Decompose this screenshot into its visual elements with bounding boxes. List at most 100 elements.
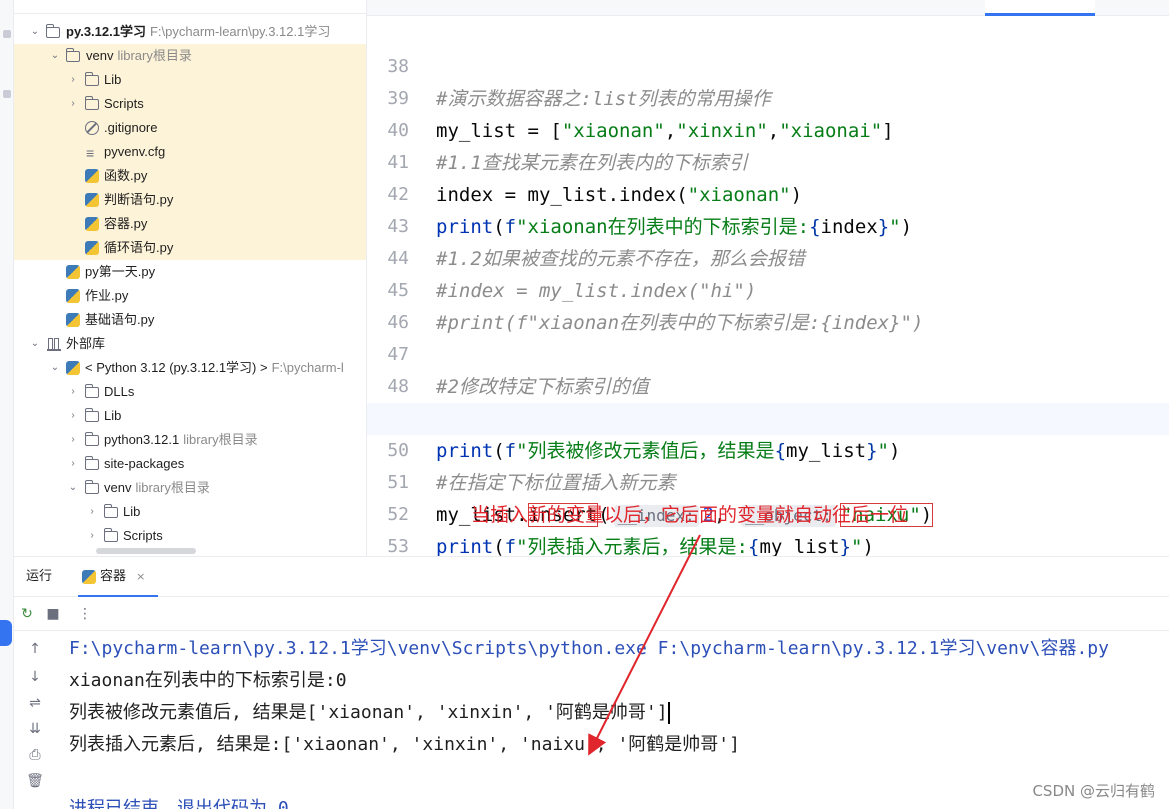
code-line: 40 #1.1查找某元素在列表内的下标索引 bbox=[367, 83, 1169, 174]
project-icon[interactable] bbox=[3, 30, 11, 38]
chevron-down-icon[interactable]: ⌄ bbox=[28, 332, 42, 356]
tree-item-label: py第一天.py bbox=[85, 264, 156, 279]
chevron-down-icon[interactable]: ⌄ bbox=[66, 476, 80, 500]
tree-item[interactable]: › Scripts bbox=[14, 92, 366, 116]
tree-sdk-hint: F:\pycharm-l bbox=[271, 360, 344, 375]
rerun-icon[interactable]: ↻ bbox=[18, 605, 36, 623]
tree-item[interactable]: 容器.py bbox=[14, 212, 366, 236]
tree-item[interactable]: .gitignore bbox=[14, 116, 366, 140]
tree-venv-hint: library根目录 bbox=[117, 48, 192, 63]
tree-scrollbar[interactable] bbox=[96, 548, 196, 554]
chevron-right-icon[interactable]: › bbox=[85, 500, 99, 524]
scroll-down-icon[interactable]: ↓ bbox=[26, 668, 44, 686]
chevron-right-icon[interactable]: › bbox=[66, 380, 80, 404]
editor-tab[interactable] bbox=[487, 0, 577, 16]
code-line: 44 #index = my_list.index("hi") bbox=[367, 211, 1169, 302]
project-tree: ⌄ py.3.12.1学习 F:\pycharm-learn\py.3.12.1学… bbox=[14, 0, 366, 556]
editor-tab[interactable] bbox=[867, 0, 967, 16]
run-tool-active-icon[interactable] bbox=[0, 620, 12, 646]
text-caret bbox=[667, 702, 670, 724]
ide-window: ⌄ py.3.12.1学习 F:\pycharm-learn\py.3.12.1学… bbox=[0, 0, 1169, 809]
tree-item[interactable]: › site-packages bbox=[14, 452, 366, 476]
output-line: 列表被修改元素值后, 结果是['xiaonan', 'xinxin', '阿鹤是… bbox=[69, 697, 670, 729]
tree-item[interactable]: 基础语句.py bbox=[14, 308, 366, 332]
config-file-icon bbox=[85, 141, 99, 165]
code-text: print(f"列表插入元素后，结果是:{my_list}") bbox=[436, 536, 874, 556]
tree-item[interactable]: › Lib bbox=[14, 500, 366, 524]
tree-item[interactable]: › Scripts bbox=[14, 524, 366, 548]
editor-tab[interactable] bbox=[597, 0, 697, 16]
library-icon bbox=[47, 337, 61, 351]
code-line: 43 #1.2如果被查找的元素不存在，那么会报错 bbox=[367, 179, 1169, 270]
tree-item[interactable]: 判断语句.py bbox=[14, 188, 366, 212]
tree-item[interactable]: › DLLs bbox=[14, 380, 366, 404]
chevron-right-icon[interactable]: › bbox=[66, 428, 80, 452]
tree-item-label: Lib bbox=[123, 504, 141, 519]
tree-python-sdk[interactable]: ⌄ < Python 3.12 (py.3.12.1学习) > F:\pychar… bbox=[14, 356, 366, 380]
chevron-down-icon[interactable]: ⌄ bbox=[48, 356, 62, 380]
output-line: F:\pycharm-learn\py.3.12.1学习\venv\Script… bbox=[69, 638, 1109, 659]
python-sdk-icon bbox=[66, 361, 80, 375]
tree-item[interactable]: py第一天.py bbox=[14, 260, 366, 284]
tree-item[interactable]: pyvenv.cfg bbox=[14, 140, 366, 165]
chevron-right-icon[interactable]: › bbox=[66, 404, 80, 428]
tree-item[interactable]: › python3.12.1 library根目录 bbox=[14, 428, 366, 452]
chevron-right-icon[interactable]: › bbox=[85, 524, 99, 548]
output-line: 进程已结束，退出代码为 0 bbox=[69, 798, 289, 809]
tree-venv[interactable]: ⌄ venv library根目录 bbox=[14, 44, 366, 68]
tree-item[interactable]: › Lib bbox=[14, 404, 366, 428]
code-line: 51 my_list.insert(__index: 2, __object: "n… bbox=[367, 435, 1169, 527]
chevron-right-icon[interactable]: › bbox=[66, 68, 80, 92]
scroll-to-end-icon[interactable]: ⇊ bbox=[26, 720, 44, 738]
editor-tab[interactable] bbox=[747, 0, 847, 16]
folder-icon bbox=[84, 384, 99, 398]
code-line: 38 #演示数据容器之:list列表的常用操作 bbox=[367, 19, 1169, 110]
chevron-right-icon[interactable]: › bbox=[66, 452, 80, 476]
code-editor[interactable]: 38 #演示数据容器之:list列表的常用操作 39 my_list = ["x… bbox=[366, 0, 1169, 556]
tree-external-libs[interactable]: ⌄ 外部库 bbox=[14, 332, 366, 356]
tab-run-file-label: 容器 bbox=[100, 569, 127, 584]
tree-item-label: python3.12.1 bbox=[104, 432, 180, 447]
editor-tab-active[interactable] bbox=[985, 0, 1095, 16]
folder-icon bbox=[84, 432, 99, 446]
structure-icon[interactable] bbox=[3, 90, 11, 98]
chevron-down-icon[interactable]: ⌄ bbox=[28, 20, 42, 44]
tree-item-label: Lib bbox=[104, 72, 122, 87]
tree-item-hint: library根目录 bbox=[183, 432, 258, 447]
tree-item[interactable]: 循环语句.py bbox=[14, 236, 366, 260]
python-file-icon bbox=[85, 241, 99, 255]
soft-wrap-icon[interactable]: ⇌ bbox=[26, 694, 44, 712]
output-line: 列表插入元素后, 结果是:['xiaonan', 'xinxin', 'naix… bbox=[69, 734, 740, 755]
python-file-icon bbox=[85, 169, 99, 183]
run-panel: 运行 容器 × ↻ ■ ⋮ ↑ ↓ ⇌ ⇊ ⎙ 🗑 F:\pycharm-lea… bbox=[14, 556, 1169, 809]
tree-item[interactable]: ⌄ venv library根目录 bbox=[14, 476, 366, 500]
more-icon[interactable]: ⋮ bbox=[76, 605, 94, 623]
tree-root-path: F:\pycharm-learn\py.3.12.1学习 bbox=[149, 24, 331, 39]
tree-root-label: py.3.12.1学习 bbox=[66, 24, 146, 39]
folder-icon bbox=[84, 456, 99, 470]
output-line: xiaonan在列表中的下标索引是:0 bbox=[69, 670, 347, 691]
tree-item[interactable]: 函数.py bbox=[14, 164, 366, 188]
python-file-icon bbox=[66, 313, 80, 327]
tree-root[interactable]: ⌄ py.3.12.1学习 F:\pycharm-learn\py.3.12.1学… bbox=[14, 20, 366, 44]
chevron-down-icon[interactable]: ⌄ bbox=[48, 44, 62, 68]
python-file-icon bbox=[85, 193, 99, 207]
python-file-icon bbox=[82, 570, 96, 584]
tree-header bbox=[14, 0, 366, 14]
run-title: 运行 bbox=[26, 569, 53, 584]
trash-icon[interactable]: 🗑 bbox=[26, 772, 44, 790]
run-side-toolbar: ↑ ↓ ⇌ ⇊ ⎙ 🗑 bbox=[14, 632, 54, 809]
tree-item-label: DLLs bbox=[104, 384, 135, 399]
close-icon[interactable]: × bbox=[136, 570, 145, 583]
tree-item[interactable]: 作业.py bbox=[14, 284, 366, 308]
tree-item[interactable]: › Lib bbox=[14, 68, 366, 92]
stop-icon[interactable]: ■ bbox=[44, 605, 62, 623]
code-line: 45 #print(f"xiaonan在列表中的下标索引是:{index}") bbox=[367, 243, 1169, 334]
print-icon[interactable]: ⎙ bbox=[26, 746, 44, 764]
code-line: 41 index = my_list.index("xiaonan") bbox=[367, 115, 1169, 206]
scroll-up-icon[interactable]: ↑ bbox=[26, 640, 44, 658]
chevron-right-icon[interactable]: › bbox=[66, 92, 80, 116]
tree-item-label: 基础语句.py bbox=[85, 312, 155, 327]
tab-run-file[interactable]: 容器 × bbox=[78, 557, 158, 597]
editor-tab[interactable] bbox=[377, 0, 467, 16]
